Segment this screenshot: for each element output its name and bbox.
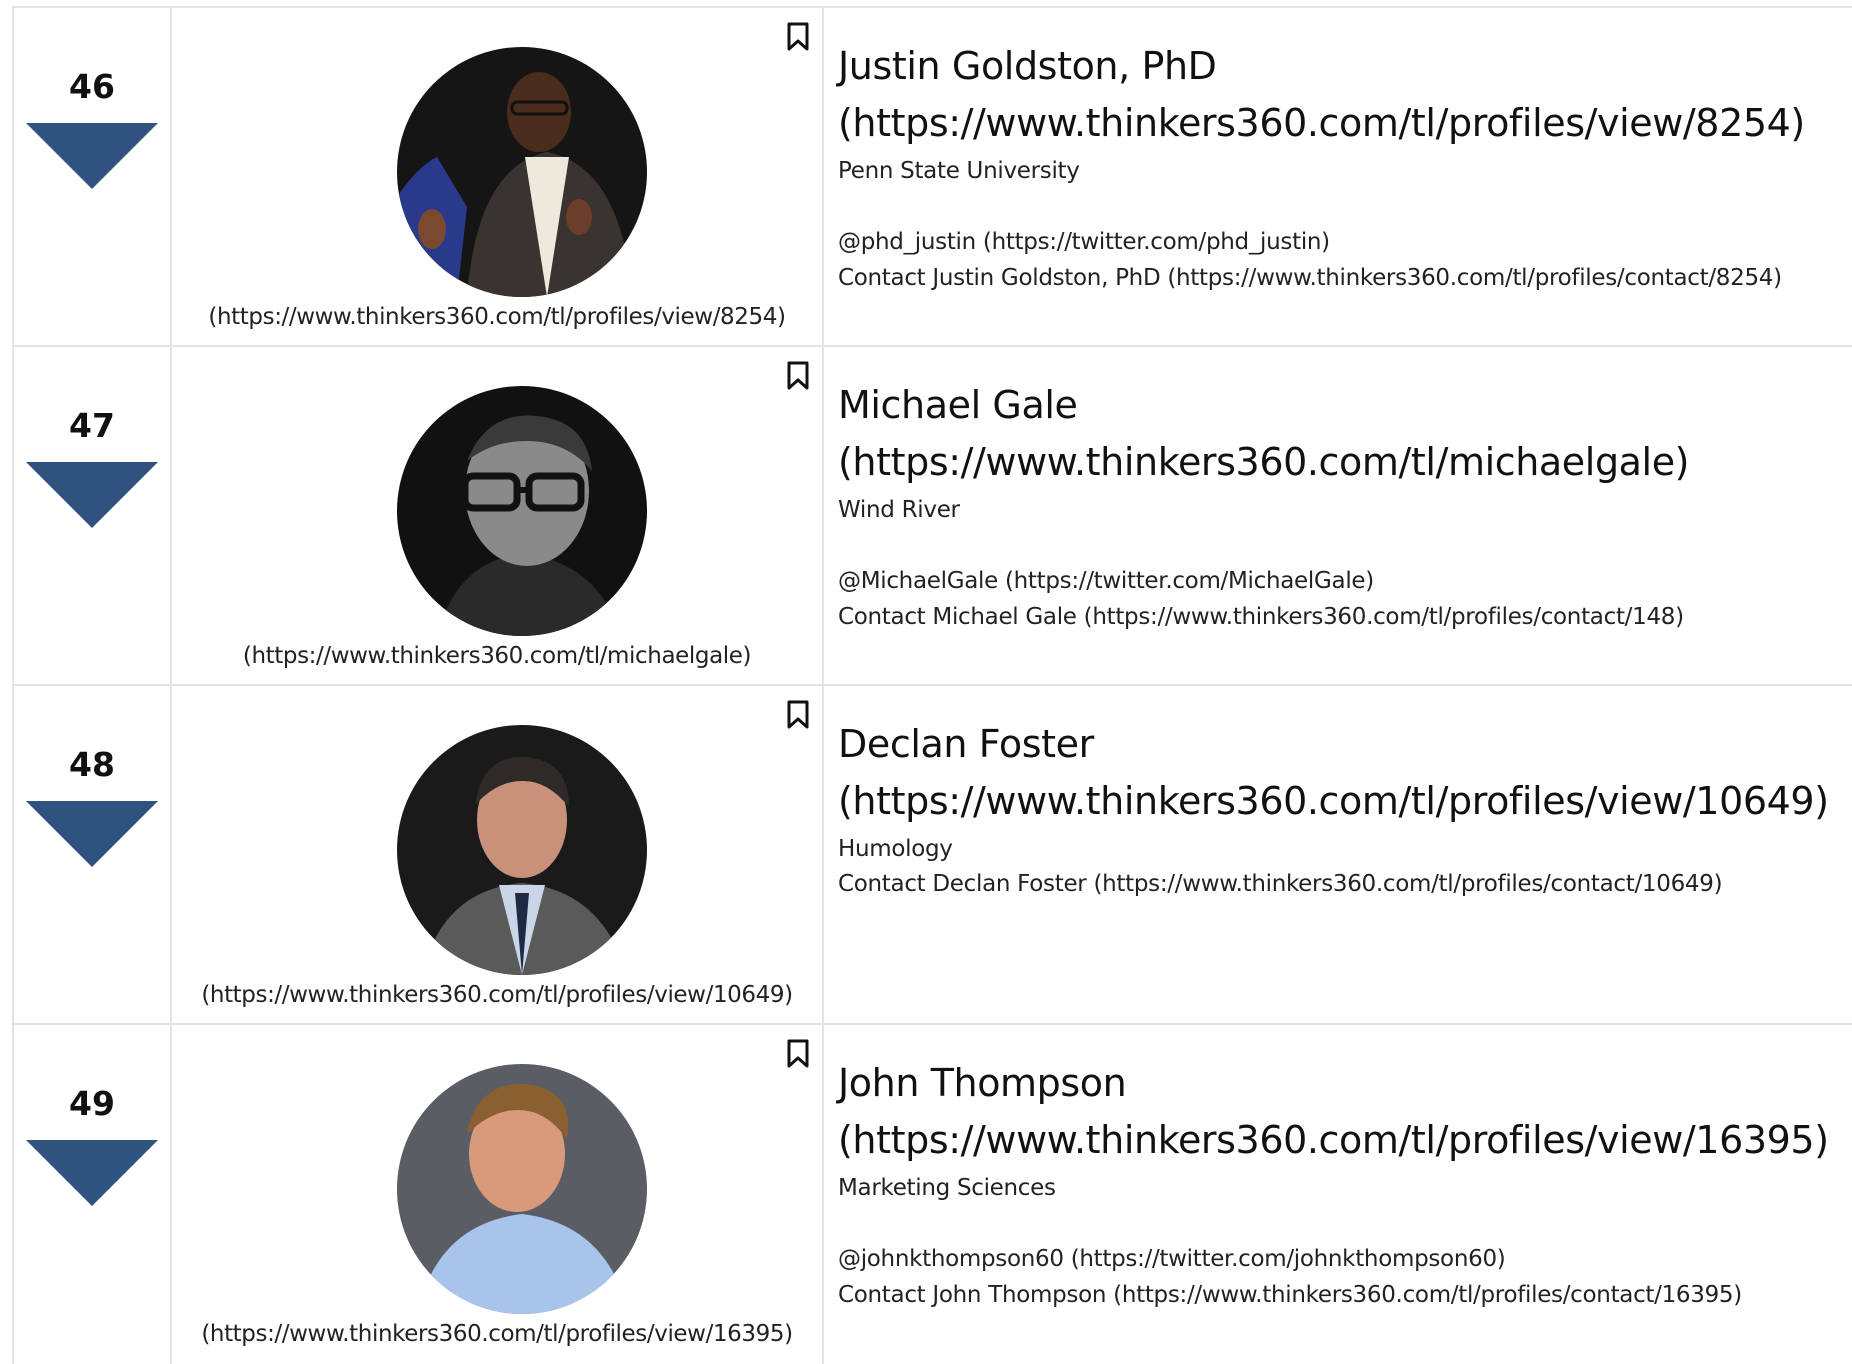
table-row: 48 (https://www.thinkers360.com/tl/profi… [12, 686, 1852, 1025]
rank-cell: 46 [12, 8, 172, 345]
photo-cell: (https://www.thinkers360.com/tl/profiles… [172, 8, 824, 345]
info-cell: John Thompson (https://www.thinkers360.c… [824, 1025, 1852, 1364]
avatar[interactable] [397, 725, 647, 975]
photo-cell: (https://www.thinkers360.com/tl/profiles… [172, 1025, 824, 1364]
rank-cell: 47 [12, 347, 172, 684]
contact-link[interactable]: Contact Michael Gale (https://www.thinke… [838, 599, 1852, 635]
contact-link[interactable]: Contact John Thompson (https://www.think… [838, 1277, 1852, 1313]
profile-name-link[interactable]: John Thompson [838, 1055, 1852, 1112]
info-cell: Michael Gale (https://www.thinkers360.co… [824, 347, 1852, 684]
twitter-link[interactable]: @johnkthompson60 (https://twitter.com/jo… [838, 1241, 1852, 1277]
profile-url-link[interactable]: (https://www.thinkers360.com/tl/profiles… [838, 1112, 1852, 1169]
avatar[interactable] [397, 1064, 647, 1314]
rank-down-arrow-icon [26, 462, 158, 528]
rank-cell: 49 [12, 1025, 172, 1364]
table-row: 47 (https://www.thinkers360.com/tl/micha… [12, 347, 1852, 686]
photo-link[interactable]: (https://www.thinkers360.com/tl/profiles… [172, 982, 822, 1008]
profile-name-link[interactable]: Michael Gale [838, 377, 1852, 434]
rank-number: 49 [69, 1084, 115, 1123]
info-cell: Justin Goldston, PhD (https://www.thinke… [824, 8, 1852, 345]
profile-url-link[interactable]: (https://www.thinkers360.com/tl/michaelg… [838, 434, 1852, 491]
bookmark-icon[interactable] [786, 700, 810, 730]
rank-number: 46 [69, 67, 115, 106]
contact-link[interactable]: Contact Declan Foster (https://www.think… [838, 866, 1852, 902]
rank-down-arrow-icon [26, 1140, 158, 1206]
table-row: 46 (https://www.thinkers360.com/tl/profi… [12, 8, 1852, 347]
bookmark-icon[interactable] [786, 1039, 810, 1069]
info-cell: Declan Foster (https://www.thinkers360.c… [824, 686, 1852, 1023]
rank-number: 48 [69, 745, 115, 784]
twitter-link[interactable]: @phd_justin (https://twitter.com/phd_jus… [838, 224, 1852, 260]
ranking-table: 46 (https://www.thinkers360.com/tl/profi… [12, 6, 1852, 1364]
table-row: 49 (https://www.thinkers360.com/tl/profi… [12, 1025, 1852, 1364]
rank-number: 47 [69, 406, 115, 445]
rank-down-arrow-icon [26, 123, 158, 189]
profile-name-link[interactable]: Declan Foster [838, 716, 1852, 773]
photo-cell: (https://www.thinkers360.com/tl/michaelg… [172, 347, 824, 684]
company-name: Wind River [838, 497, 960, 523]
photo-link[interactable]: (https://www.thinkers360.com/tl/profiles… [172, 1321, 822, 1347]
company-name: Humology [838, 836, 953, 862]
photo-cell: (https://www.thinkers360.com/tl/profiles… [172, 686, 824, 1023]
photo-link[interactable]: (https://www.thinkers360.com/tl/michaelg… [172, 643, 822, 669]
twitter-link[interactable]: @MichaelGale (https://twitter.com/Michae… [838, 563, 1852, 599]
contact-link[interactable]: Contact Justin Goldston, PhD (https://ww… [838, 260, 1852, 296]
profile-url-link[interactable]: (https://www.thinkers360.com/tl/profiles… [838, 773, 1852, 830]
rank-cell: 48 [12, 686, 172, 1023]
bookmark-icon[interactable] [786, 361, 810, 391]
company-name: Penn State University [838, 158, 1080, 184]
photo-link[interactable]: (https://www.thinkers360.com/tl/profiles… [172, 304, 822, 330]
company-name: Marketing Sciences [838, 1175, 1056, 1201]
profile-url-link[interactable]: (https://www.thinkers360.com/tl/profiles… [838, 95, 1852, 152]
avatar[interactable] [397, 47, 647, 297]
profile-name-link[interactable]: Justin Goldston, PhD [838, 38, 1852, 95]
rank-down-arrow-icon [26, 801, 158, 867]
bookmark-icon[interactable] [786, 22, 810, 52]
avatar[interactable] [397, 386, 647, 636]
